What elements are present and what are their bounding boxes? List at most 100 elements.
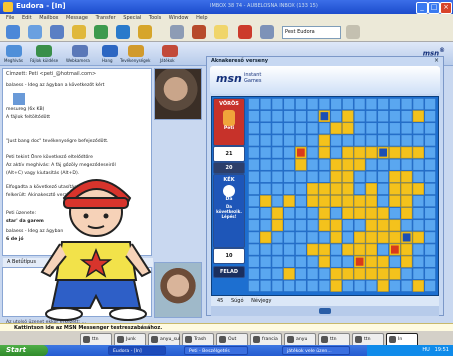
grid-cell[interactable] — [377, 219, 389, 232]
grid-cell[interactable] — [295, 122, 307, 135]
customize-tip-bar[interactable]: Kattintson ide az MSN Messenger testresz… — [0, 323, 453, 331]
search-icon[interactable] — [346, 25, 360, 39]
grid-cell[interactable] — [330, 231, 342, 244]
game-menu-button[interactable] — [319, 308, 331, 314]
grid-cell[interactable] — [271, 183, 284, 195]
grid-cell[interactable] — [318, 195, 331, 207]
grid-cell[interactable] — [248, 280, 260, 292]
menu-file[interactable]: File — [6, 15, 14, 21]
grid-cell[interactable] — [342, 98, 354, 110]
invite-icon[interactable] — [6, 45, 22, 57]
grid-cell[interactable] — [365, 110, 378, 123]
grid-cell[interactable] — [412, 280, 425, 292]
grid-cell[interactable] — [259, 170, 272, 183]
invite-label[interactable]: Meghívás — [4, 58, 23, 63]
grid-cell[interactable] — [330, 195, 342, 207]
font-button[interactable]: A Betűtípus — [7, 259, 36, 265]
grid-cell[interactable] — [283, 146, 295, 159]
check-mail-icon[interactable] — [28, 25, 42, 39]
menu-window[interactable]: Window — [169, 15, 189, 21]
grid-cell[interactable] — [342, 183, 354, 195]
grid-cell[interactable] — [365, 170, 378, 183]
grid-cell[interactable] — [377, 267, 389, 280]
grid-cell[interactable] — [377, 183, 389, 195]
grid-cell[interactable] — [248, 207, 260, 220]
grid-cell[interactable] — [295, 98, 307, 110]
grid-cell[interactable] — [353, 280, 366, 292]
grid-cell[interactable] — [330, 280, 342, 292]
grid-cell[interactable] — [412, 158, 425, 171]
grid-cell[interactable] — [389, 195, 401, 207]
grid-cell[interactable] — [318, 207, 331, 220]
grid-cell[interactable] — [342, 231, 354, 244]
taskbar-item-conversation[interactable]: Peti - Beszélgetés — [184, 346, 248, 355]
grid-cell[interactable] — [259, 231, 272, 244]
grid-cell[interactable] — [271, 158, 284, 171]
grid-cell[interactable] — [295, 231, 307, 244]
grid-cell[interactable] — [342, 134, 354, 147]
grid-cell[interactable] — [377, 134, 389, 147]
grid-cell[interactable] — [353, 267, 366, 280]
mailbox-select[interactable]: Pest Eudora — [282, 26, 341, 39]
grid-cell[interactable] — [306, 231, 319, 244]
language-indicator[interactable]: HU — [422, 347, 429, 353]
grid-cell[interactable] — [295, 110, 307, 123]
grid-cell[interactable] — [389, 170, 401, 183]
grid-cell[interactable] — [318, 267, 331, 280]
grid-cell[interactable] — [318, 219, 331, 232]
grid-cell[interactable] — [283, 207, 295, 220]
grid-cell[interactable] — [389, 134, 401, 147]
grid-cell[interactable] — [353, 219, 366, 232]
grid-cell[interactable] — [306, 158, 319, 171]
grid-cell[interactable] — [424, 158, 436, 171]
grid-cell[interactable] — [330, 255, 342, 268]
grid-cell[interactable] — [412, 146, 425, 159]
grid-cell[interactable] — [365, 207, 378, 220]
grid-cell[interactable] — [248, 231, 260, 244]
grid-cell[interactable] — [306, 170, 319, 183]
grid-cell[interactable] — [271, 219, 284, 232]
grid-cell[interactable] — [389, 110, 401, 123]
grid-cell[interactable] — [259, 195, 272, 207]
grid-cell[interactable] — [353, 170, 366, 183]
grid-cell[interactable] — [424, 231, 436, 244]
reply-all-icon[interactable] — [72, 25, 86, 39]
grid-cell[interactable] — [342, 267, 354, 280]
grid-cell[interactable] — [283, 243, 295, 256]
grid-cell[interactable] — [271, 195, 284, 207]
grid-cell[interactable] — [271, 280, 284, 292]
grid-cell[interactable] — [330, 122, 342, 135]
grid-cell[interactable] — [365, 183, 378, 195]
grid-cell[interactable] — [259, 158, 272, 171]
grid-cell[interactable] — [295, 207, 307, 220]
grid-cell[interactable] — [259, 207, 272, 220]
help-link[interactable]: Súgó — [231, 298, 244, 304]
grid-cell[interactable] — [283, 267, 295, 280]
grid-cell[interactable] — [342, 170, 354, 183]
grid-cell[interactable] — [259, 280, 272, 292]
taskbar-item-eudora[interactable]: Eudora - [In] — [108, 346, 166, 355]
grid-cell[interactable] — [412, 231, 425, 244]
grid-cell[interactable] — [248, 158, 260, 171]
contact-avatar[interactable] — [154, 68, 202, 120]
grid-cell[interactable] — [412, 134, 425, 147]
grid-cell[interactable] — [365, 231, 378, 244]
filter-icon[interactable] — [260, 25, 274, 39]
grid-cell[interactable] — [330, 158, 342, 171]
grid-cell[interactable] — [424, 243, 436, 256]
grid-cell[interactable] — [248, 98, 260, 110]
grid-cell[interactable] — [283, 110, 295, 123]
grid-cell[interactable] — [365, 158, 378, 171]
grid-cell[interactable] — [389, 280, 401, 292]
attach-icon[interactable] — [138, 25, 152, 39]
grid-cell[interactable] — [389, 98, 401, 110]
grid-cell[interactable] — [259, 219, 272, 232]
grid-cell[interactable] — [295, 255, 307, 268]
grid-cell[interactable] — [342, 243, 354, 256]
grid-cell[interactable] — [295, 195, 307, 207]
grid-cell[interactable] — [353, 231, 366, 244]
grid-cell[interactable] — [353, 98, 366, 110]
grid-cell[interactable] — [412, 98, 425, 110]
grid-cell[interactable] — [283, 98, 295, 110]
print-icon[interactable] — [170, 25, 184, 39]
